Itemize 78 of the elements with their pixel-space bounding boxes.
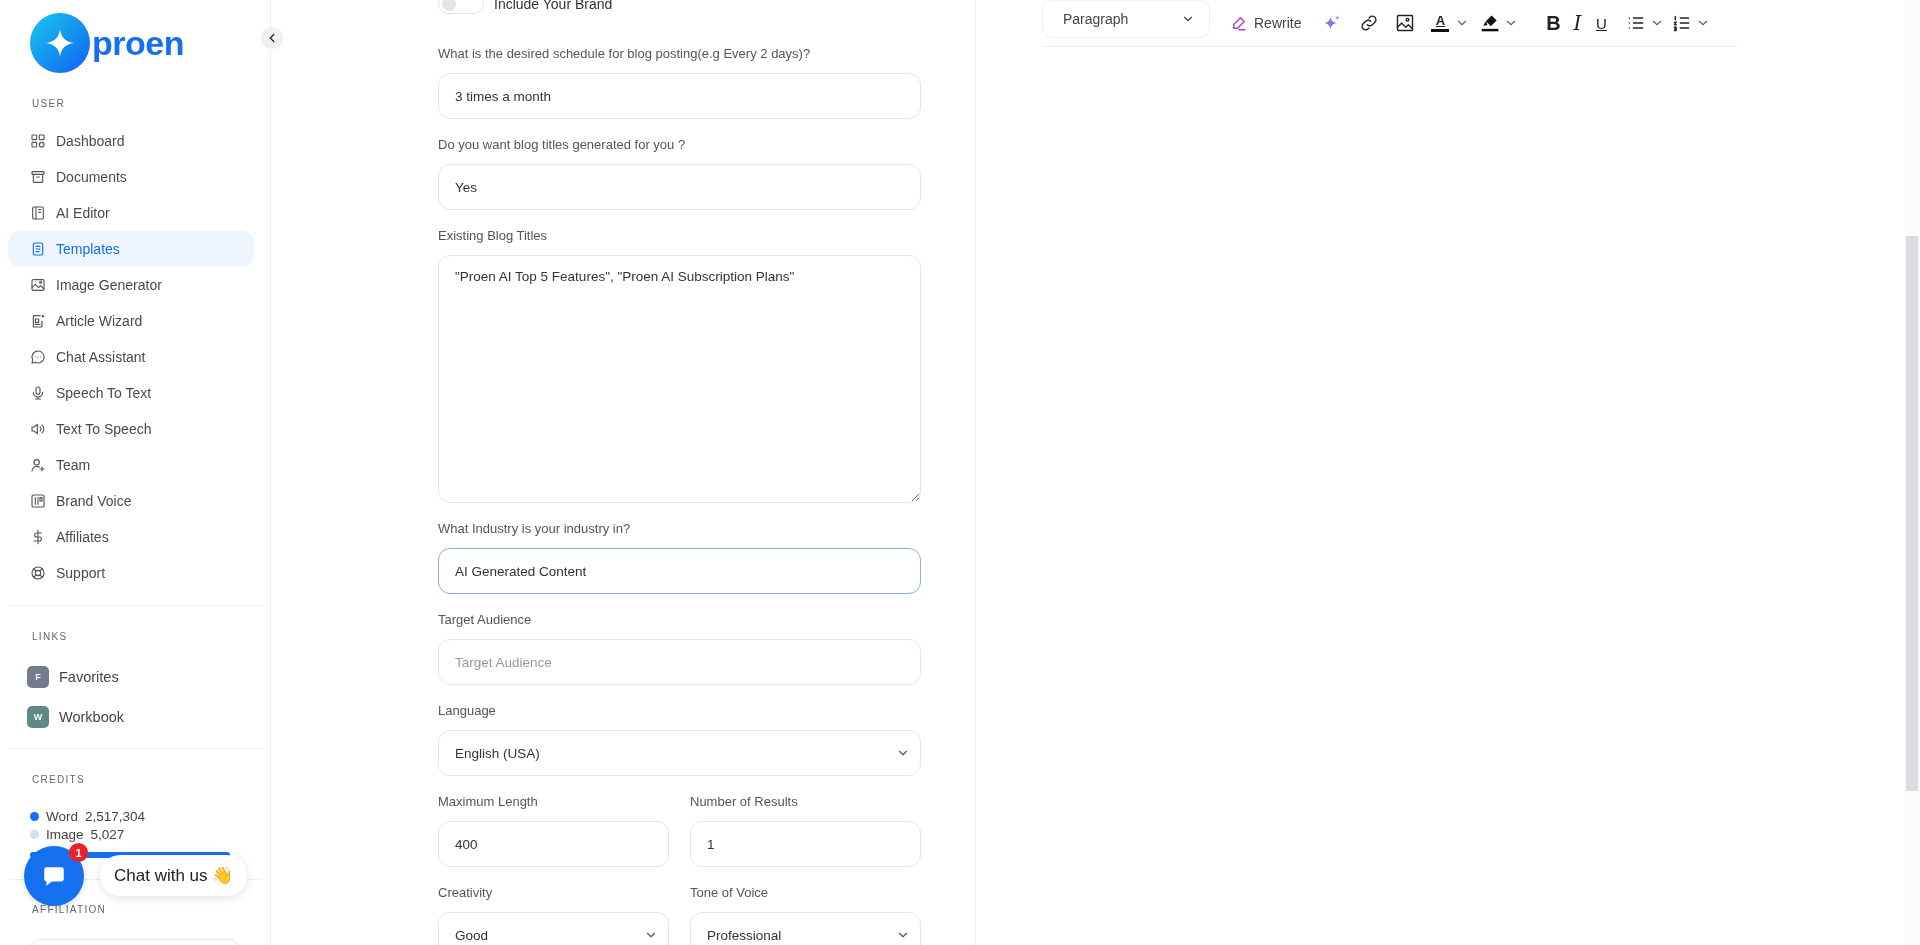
nav-item[interactable]: Dashboard	[8, 123, 254, 159]
credit-value: 5,027	[90, 826, 125, 842]
italic-button[interactable]: I	[1566, 11, 1589, 35]
lifebuoy-icon	[30, 565, 46, 581]
nav-item[interactable]: Article Wizard	[8, 303, 254, 339]
image-icon[interactable]	[1395, 13, 1416, 33]
nav-item[interactable]: Documents	[8, 159, 254, 195]
section-heading: LINKS	[31, 630, 69, 644]
nav-item[interactable]: Affiliates	[8, 519, 254, 555]
text-area[interactable]: "Proen AI Top 5 Features", "Proen AI Subscription Plans"	[438, 255, 921, 503]
field-label: Target Audience	[438, 611, 533, 629]
chat-bubble-icon	[30, 349, 46, 365]
toggle-switch[interactable]	[438, 0, 484, 14]
field-label: Existing Blog Titles	[438, 227, 549, 245]
board-icon	[30, 493, 46, 509]
letter-avatar: F	[27, 666, 49, 688]
document-icon	[30, 241, 46, 257]
field-label: Maximum Length	[438, 793, 539, 811]
document-sparkle-icon	[30, 313, 46, 329]
credit-label: Word	[46, 808, 78, 824]
highlighter-icon	[1480, 13, 1501, 33]
field-label: Creativity	[438, 884, 494, 902]
nav-item[interactable]: Chat Assistant	[8, 339, 254, 375]
input-field[interactable]: 3 times a month	[438, 73, 921, 119]
chat-button[interactable]	[24, 846, 84, 906]
sparkle-icon[interactable]	[1323, 14, 1342, 32]
microphone-icon	[30, 385, 46, 401]
nav-item[interactable]: Speech To Text	[8, 375, 254, 411]
archive-icon	[30, 169, 46, 185]
nav-item[interactable]: Brand Voice	[8, 483, 254, 519]
book-icon	[30, 205, 46, 221]
field-label: What is the desired schedule for blog posting(e.g Every 2 days)?	[438, 45, 812, 63]
input-field[interactable]: Target Audience	[438, 639, 921, 685]
brand-name: proen	[92, 23, 184, 63]
field-label: Number of Results	[690, 793, 799, 811]
grid-icon	[30, 133, 46, 149]
section-heading: USER	[31, 97, 66, 111]
field-label: Tone of Voice	[690, 884, 770, 902]
image-icon	[30, 277, 46, 293]
input-field[interactable]: 1	[690, 821, 921, 867]
scrollbar[interactable]	[1904, 0, 1920, 945]
text-color-button[interactable]: A	[1431, 14, 1470, 32]
input-field[interactable]: 400	[438, 821, 669, 867]
nav-item[interactable]: Support	[8, 555, 254, 591]
nav-item[interactable]: AI Editor	[8, 195, 254, 231]
input-field[interactable]: Yes	[438, 164, 921, 210]
speaker-icon	[30, 421, 46, 437]
collapse-button[interactable]	[261, 27, 283, 49]
link-label: Favorites	[59, 669, 119, 685]
credit-label: Image	[46, 826, 84, 842]
paragraph-dropdown[interactable]: Paragraph	[1042, 0, 1210, 38]
input-field[interactable]: AI Generated Content	[438, 548, 921, 594]
field-label: What Industry is your industry in?	[438, 520, 632, 538]
field-label: Language	[438, 702, 497, 720]
select-field[interactable]: Good	[438, 912, 669, 945]
bold-button[interactable]: B	[1542, 11, 1565, 35]
link-item[interactable]: W Workbook	[8, 697, 262, 737]
notification-badge: 1	[69, 843, 88, 862]
nav-item[interactable]: Image Generator	[8, 267, 254, 303]
underline-button[interactable]: U	[1590, 14, 1613, 32]
select-field[interactable]: Professional	[690, 912, 921, 945]
logo-icon	[30, 13, 90, 73]
pencil-icon	[1230, 14, 1248, 32]
user-plus-icon	[30, 457, 46, 473]
credit-value: 2,517,304	[85, 808, 146, 824]
link-item[interactable]: F Favorites	[8, 657, 262, 697]
nav-item[interactable]: Text To Speech	[8, 411, 254, 447]
select-field[interactable]: English (USA)	[438, 730, 921, 776]
section-heading: CREDITS	[31, 773, 86, 787]
link-label: Workbook	[59, 709, 124, 725]
rewrite-button[interactable]: Rewrite	[1230, 14, 1302, 32]
field-label: Do you want blog titles generated for you ?	[438, 136, 687, 154]
nav-item[interactable]: Team	[8, 447, 254, 483]
nav-item[interactable]: Templates	[8, 231, 254, 267]
chat-prompt[interactable]: Chat with us 👋	[100, 855, 248, 896]
section-heading: AFFILIATION	[31, 903, 108, 917]
letter-avatar: W	[27, 706, 49, 728]
link-icon[interactable]	[1359, 13, 1380, 33]
